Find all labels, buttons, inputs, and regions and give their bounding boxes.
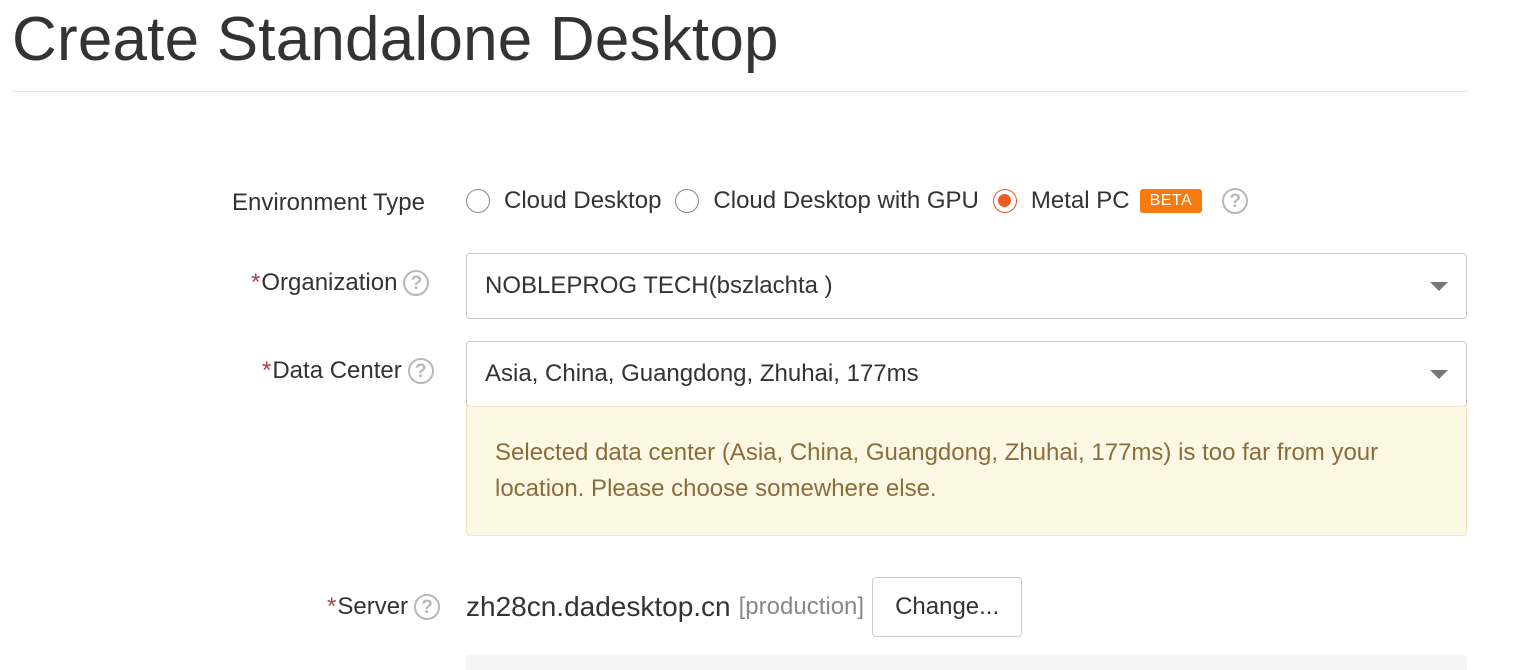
- environment-type-label: Environment Type: [232, 186, 425, 220]
- required-marker: *: [251, 269, 261, 296]
- radio-metal-pc[interactable]: Metal PC BETA: [992, 187, 1203, 215]
- server-label: * Server ?: [327, 592, 441, 622]
- radio-label-cloud-desktop-gpu[interactable]: Cloud Desktop with GPU: [713, 187, 978, 215]
- organization-select[interactable]: NOBLEPROG TECH(bszlachta ): [466, 253, 1467, 319]
- data-center-warning-text: Selected data center (Asia, China, Guang…: [495, 439, 1379, 502]
- radio-cloud-desktop[interactable]: Cloud Desktop: [466, 187, 661, 215]
- environment-type-label-text: Environment Type: [232, 189, 425, 216]
- caret-down-icon: [1430, 282, 1448, 291]
- organization-label: * Organization ?: [251, 268, 430, 298]
- organization-selected-value: NOBLEPROG TECH(bszlachta ): [485, 272, 833, 299]
- create-desktop-page: Create Standalone Desktop Environment Ty…: [0, 0, 1524, 670]
- radio-label-metal-pc[interactable]: Metal PC: [1031, 187, 1130, 215]
- data-center-warning-alert: Selected data center (Asia, China, Guang…: [466, 406, 1467, 536]
- server-environment: [production]: [738, 593, 865, 620]
- data-center-label: * Data Center ?: [262, 356, 434, 386]
- required-marker: *: [327, 593, 337, 620]
- question-circle-icon[interactable]: ?: [403, 270, 430, 296]
- radio-button-cloud-desktop-gpu[interactable]: [675, 189, 700, 213]
- organization-label-text: Organization: [261, 269, 398, 296]
- required-marker: *: [262, 357, 272, 384]
- data-center-label-text: Data Center: [272, 357, 402, 384]
- caret-down-icon: [1430, 370, 1448, 379]
- radio-button-metal-pc[interactable]: [992, 189, 1017, 213]
- data-center-selected-value: Asia, China, Guangdong, Zhuhai, 177ms: [485, 360, 919, 387]
- page-title: Create Standalone Desktop: [12, 5, 779, 74]
- radio-cloud-desktop-gpu[interactable]: Cloud Desktop with GPU: [675, 187, 979, 215]
- radio-label-cloud-desktop[interactable]: Cloud Desktop: [504, 187, 661, 215]
- question-circle-icon[interactable]: ?: [1222, 188, 1249, 214]
- bottom-panel: [466, 655, 1467, 670]
- change-server-button[interactable]: Change...: [872, 577, 1023, 637]
- radio-button-cloud-desktop[interactable]: [466, 189, 490, 213]
- question-circle-icon[interactable]: ?: [414, 594, 441, 620]
- environment-type-radio-group: Cloud Desktop Cloud Desktop with GPU Met…: [466, 184, 1249, 218]
- question-circle-icon[interactable]: ?: [407, 358, 434, 384]
- title-divider: [12, 91, 1468, 92]
- server-name: zh28cn.dadesktop.cn: [466, 591, 731, 622]
- server-row: zh28cn.dadesktop.cn [production] Change.…: [466, 577, 1023, 637]
- beta-badge: BETA: [1139, 189, 1203, 213]
- data-center-select[interactable]: Asia, China, Guangdong, Zhuhai, 177ms: [466, 341, 1467, 407]
- server-label-text: Server: [337, 593, 409, 620]
